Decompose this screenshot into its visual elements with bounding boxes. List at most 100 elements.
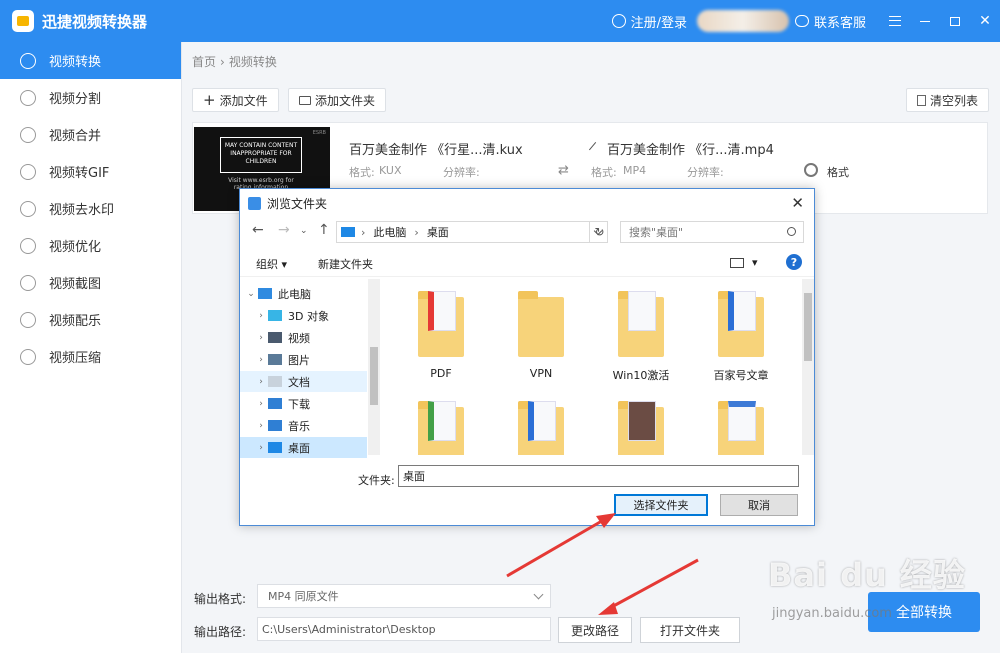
- shuffle-icon: ⇄: [558, 163, 569, 178]
- tree-scrollbar[interactable]: [368, 279, 380, 455]
- sidebar-item-video-music[interactable]: 视频配乐: [0, 301, 181, 338]
- help-icon[interactable]: ?: [786, 254, 802, 270]
- tree-item-pictures[interactable]: › 图片: [240, 349, 367, 370]
- compress-icon: [20, 348, 36, 365]
- folder-item[interactable]: 百家号文章: [696, 283, 786, 393]
- tree-scrollbar-thumb[interactable]: [370, 347, 378, 405]
- merge-icon: [20, 126, 36, 143]
- sidebar: 视频转换 视频分割 视频合并 视频转GIF 视频去水印 视频优化 视频截图 视频…: [0, 42, 182, 653]
- login-button[interactable]: 注册/登录: [611, 12, 687, 31]
- tree-item-3d-objects[interactable]: › 3D 对象: [240, 305, 367, 326]
- output-format-select[interactable]: MP4 同原文件: [257, 584, 551, 608]
- refresh-icon[interactable]: ↻: [589, 221, 609, 243]
- source-file-name: 百万美金制作 《行星...清.kux: [349, 143, 523, 158]
- tree-expand-icon[interactable]: ›: [254, 311, 268, 321]
- pencil-icon: [588, 141, 604, 157]
- folder-grid: PDF VPN Win10激活 百家号文章: [384, 279, 814, 455]
- target-file-name[interactable]: 百万美金制作 《行...清.mp4: [588, 139, 774, 158]
- output-path-field[interactable]: C:\Users\Administrator\Desktop: [257, 617, 551, 641]
- add-folder-button[interactable]: 添加文件夹: [288, 88, 387, 112]
- maximize-button[interactable]: [940, 0, 970, 42]
- tree-expand-icon[interactable]: ›: [254, 443, 268, 453]
- grid-scrollbar-thumb[interactable]: [804, 293, 812, 361]
- tree-expand-icon[interactable]: ⌄: [244, 289, 258, 299]
- sidebar-item-label: 视频转换: [49, 55, 102, 70]
- tree-expand-icon[interactable]: ›: [254, 355, 268, 365]
- folder-item[interactable]: [496, 393, 586, 455]
- tree-item-label: 视频: [288, 331, 310, 345]
- address-separator-icon: ›: [361, 225, 366, 239]
- cube-icon: [268, 310, 282, 321]
- sidebar-item-video-optimize[interactable]: 视频优化: [0, 227, 181, 264]
- folder-item[interactable]: PDF: [396, 283, 486, 393]
- folder-item[interactable]: VPN: [496, 283, 586, 393]
- cancel-button[interactable]: 取消: [720, 494, 798, 516]
- document-icon: [628, 291, 656, 331]
- sidebar-item-video-split[interactable]: 视频分割: [0, 79, 181, 116]
- forward-arrow-icon[interactable]: →: [278, 222, 290, 238]
- tree-item-videos[interactable]: › 视频: [240, 327, 367, 348]
- gear-icon[interactable]: [804, 163, 818, 177]
- target-resolution-label: 分辨率:: [687, 166, 724, 179]
- sidebar-item-video-screenshot[interactable]: 视频截图: [0, 264, 181, 301]
- close-icon: ✕: [979, 13, 991, 29]
- folder-name-input[interactable]: 桌面: [398, 465, 799, 487]
- recent-chevron-icon[interactable]: ⌄: [300, 226, 308, 236]
- tree-item-documents[interactable]: › 文档: [240, 371, 367, 392]
- folder-item[interactable]: [696, 393, 786, 455]
- split-icon: [20, 89, 36, 106]
- tree-expand-icon[interactable]: ›: [254, 399, 268, 409]
- view-dropdown-icon[interactable]: ▾: [752, 256, 758, 269]
- minimize-button[interactable]: [910, 0, 940, 42]
- address-root[interactable]: 此电脑: [373, 224, 406, 240]
- new-folder-button[interactable]: 新建文件夹: [318, 256, 373, 272]
- format-settings-button[interactable]: 格式: [827, 164, 849, 180]
- view-options-icon[interactable]: [730, 258, 744, 268]
- source-format-label: 格式:: [349, 166, 375, 179]
- folder-item[interactable]: [396, 393, 486, 455]
- select-folder-button[interactable]: 选择文件夹: [614, 494, 708, 516]
- menu-button[interactable]: [880, 0, 910, 42]
- tree-item-desktop[interactable]: › 桌面: [240, 437, 367, 458]
- address-current[interactable]: 桌面: [427, 224, 449, 240]
- sidebar-item-video-convert[interactable]: 视频转换: [0, 42, 181, 79]
- dialog-close-icon[interactable]: ✕: [791, 194, 804, 212]
- tree-item-this-pc[interactable]: ⌄ 此电脑: [240, 283, 367, 304]
- add-file-button[interactable]: + 添加文件: [192, 88, 279, 112]
- computer-icon: [341, 227, 355, 237]
- back-arrow-icon[interactable]: ←: [252, 222, 264, 238]
- search-input[interactable]: 搜索"桌面": [620, 221, 804, 243]
- output-format-value: MP4 同原文件: [268, 590, 339, 603]
- video-icon: [268, 332, 282, 343]
- sidebar-item-video-merge[interactable]: 视频合并: [0, 116, 181, 153]
- up-arrow-icon[interactable]: ↑: [318, 222, 330, 238]
- chevron-down-icon: [533, 589, 544, 600]
- grid-scrollbar[interactable]: [802, 279, 814, 455]
- open-folder-button[interactable]: 打开文件夹: [640, 617, 740, 643]
- source-resolution-label: 分辨率:: [443, 166, 480, 179]
- tree-item-music[interactable]: › 音乐: [240, 415, 367, 436]
- close-button[interactable]: ✕: [970, 0, 1000, 42]
- service-button[interactable]: 联系客服: [794, 12, 866, 31]
- sidebar-item-video-gif[interactable]: 视频转GIF: [0, 153, 181, 190]
- organize-menu[interactable]: 组织 ▾: [256, 256, 287, 272]
- sidebar-item-video-compress[interactable]: 视频压缩: [0, 338, 181, 375]
- sidebar-item-label: 视频合并: [49, 129, 102, 144]
- tree-item-downloads[interactable]: › 下载: [240, 393, 367, 414]
- source-format-value: KUX: [379, 164, 402, 177]
- sidebar-item-video-watermark[interactable]: 视频去水印: [0, 190, 181, 227]
- tree-expand-icon[interactable]: ›: [254, 333, 268, 343]
- change-path-button[interactable]: 更改路径: [558, 617, 632, 643]
- folder-field-label: 文件夹:: [358, 474, 395, 487]
- tree-item-label: 文档: [288, 375, 310, 389]
- thumbnail-tag: ESRB: [312, 130, 326, 136]
- folder-item[interactable]: Win10激活: [596, 283, 686, 393]
- address-bar[interactable]: › 此电脑 › 桌面: [336, 221, 608, 243]
- breadcrumb-home[interactable]: 首页: [192, 55, 216, 69]
- folder-item[interactable]: [596, 393, 686, 455]
- login-label: 注册/登录: [630, 15, 687, 31]
- folder-label: 百家号文章: [713, 369, 769, 382]
- tree-expand-icon[interactable]: ›: [254, 421, 268, 431]
- tree-expand-icon[interactable]: ›: [254, 377, 268, 387]
- clear-list-button[interactable]: 清空列表: [906, 88, 990, 112]
